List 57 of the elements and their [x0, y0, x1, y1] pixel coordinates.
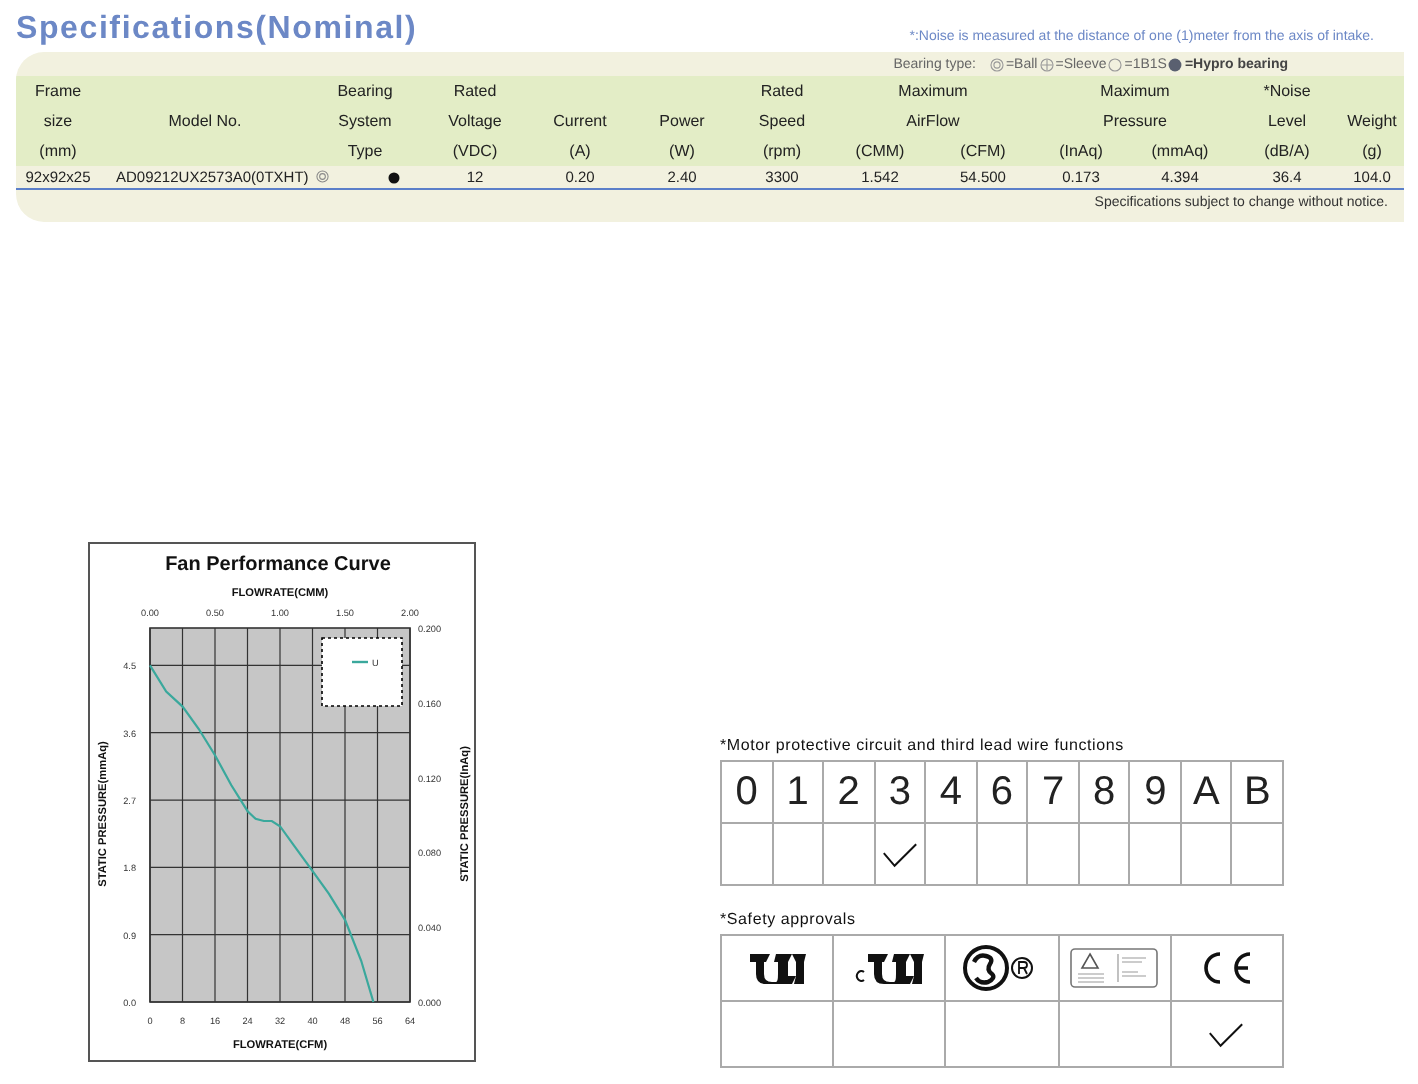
column-header: Rated	[451, 80, 499, 104]
column-header: (A)	[567, 140, 593, 164]
column-header: Bearing	[335, 80, 395, 104]
function-code-cell: 7	[1028, 762, 1080, 824]
column-header: AirFlow	[904, 110, 962, 134]
column-header: (CMM)	[853, 140, 907, 164]
column-header: (dB/A)	[1262, 140, 1312, 164]
column-header: (rpm)	[760, 140, 804, 164]
certification-label-icon	[1070, 948, 1159, 988]
column-header: (InAq)	[1057, 140, 1105, 164]
column-header: Power	[657, 110, 707, 134]
ul-mark-icon	[747, 950, 808, 986]
column-header: size	[41, 110, 75, 134]
column-header: (CFM)	[958, 140, 1008, 164]
function-code-cell: A	[1181, 762, 1233, 824]
column-header: Voltage	[446, 110, 504, 134]
column-header: (mmAq)	[1149, 140, 1211, 164]
bearing-hypro-icon	[388, 171, 400, 183]
column-header: (mm)	[37, 140, 79, 164]
column-header: Frame	[32, 80, 84, 104]
function-code-cell: 1	[773, 762, 825, 824]
function-code-cell: 0	[722, 762, 774, 824]
bearing-ball-icon	[989, 57, 1004, 71]
function-code-cell: 8	[1079, 762, 1131, 824]
column-header: Weight	[1345, 110, 1399, 134]
function-code-cell: 3	[875, 762, 927, 824]
function-code-cell: 4	[926, 762, 978, 824]
legend-box	[321, 637, 403, 707]
function-code-cell: 6	[977, 762, 1029, 824]
bearing-combo-icon	[1108, 57, 1123, 71]
bearing-hypro-icon	[1168, 57, 1183, 71]
page-title: Specifications(Nominal)	[16, 12, 418, 48]
column-header: Speed	[756, 110, 808, 134]
column-header: (VDC)	[450, 140, 500, 164]
column-header: Maximum	[1098, 80, 1172, 104]
section-title: *Safety approvals	[720, 910, 858, 928]
column-header: Current	[551, 110, 609, 134]
chart-title: Fan Performance Curve	[165, 554, 391, 576]
column-header: *Noise	[1261, 80, 1313, 104]
column-header: (W)	[667, 140, 697, 164]
c-ul-mark-icon	[853, 950, 926, 986]
column-header: Pressure	[1100, 110, 1169, 134]
bearing-sleeve-icon	[1039, 57, 1054, 71]
check-icon	[881, 841, 918, 867]
function-code-cell: 9	[1130, 762, 1182, 824]
column-header: Model No.	[166, 110, 244, 134]
column-header: System	[336, 110, 394, 134]
function-code-cell: 2	[824, 762, 876, 824]
column-header: Type	[345, 140, 385, 164]
check-icon	[1208, 1021, 1245, 1047]
section-title: *Motor protective circuit and third lead wire functions	[720, 736, 1126, 754]
column-header: (g)	[1360, 140, 1384, 164]
column-header: Maximum	[896, 80, 970, 104]
bearing-ball-icon	[316, 170, 329, 184]
column-header: Rated	[758, 80, 806, 104]
column-header: Level	[1265, 110, 1309, 134]
function-code-cell: B	[1232, 762, 1284, 824]
